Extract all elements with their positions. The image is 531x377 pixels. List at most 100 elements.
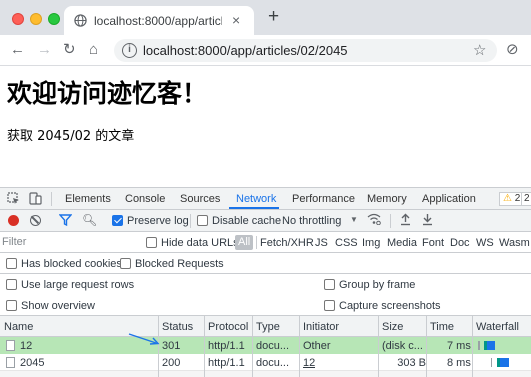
waterfall-bar	[478, 341, 480, 350]
reload-button[interactable]: ↻	[63, 40, 76, 60]
waterfall-bar	[500, 358, 509, 367]
filter-type-doc[interactable]: Doc	[450, 237, 470, 249]
tab-elements[interactable]: Elements	[65, 193, 111, 205]
column-time[interactable]: Time	[430, 321, 454, 333]
extension-icon[interactable]: ⊘	[506, 40, 519, 58]
device-toolbar-icon[interactable]	[29, 192, 42, 205]
browser-tab[interactable]: localhost:8000/app/articles/02 ×	[64, 6, 254, 35]
filter-type-font[interactable]: Font	[422, 237, 444, 249]
filter-type-wasm[interactable]: Wasm	[499, 237, 530, 249]
minimize-window-button[interactable]	[30, 13, 42, 25]
settings-row-1: Use large request rows Group by frame	[0, 274, 531, 295]
column-divider[interactable]	[378, 315, 379, 377]
group-by-frame-label: Group by frame	[339, 279, 416, 291]
search-icon[interactable]: 🔍︎	[82, 213, 97, 227]
column-status[interactable]: Status	[162, 321, 193, 333]
filter-type-css[interactable]: CSS	[335, 237, 358, 249]
preserve-log-checkbox[interactable]	[112, 215, 123, 226]
column-divider[interactable]	[158, 315, 159, 377]
tab-console[interactable]: Console	[125, 193, 165, 205]
request-initiator-link[interactable]: 12	[303, 357, 315, 369]
bookmark-star-icon[interactable]: ☆	[473, 41, 486, 59]
filter-input[interactable]	[2, 234, 136, 250]
hide-data-urls-label: Hide data URLs	[161, 237, 239, 249]
group-by-frame-checkbox[interactable]	[324, 279, 335, 290]
request-size: 303 B	[397, 357, 426, 369]
request-type: docu...	[256, 357, 290, 369]
site-info-icon[interactable]: i	[122, 43, 137, 58]
tab-network[interactable]: Network	[236, 193, 276, 205]
column-divider[interactable]	[472, 315, 473, 377]
disable-cache-label: Disable cache	[212, 215, 282, 227]
maximize-window-button[interactable]	[48, 13, 60, 25]
table-header: Name Status Protocol Type Initiator Size…	[0, 315, 531, 337]
request-protocol: http/1.1	[208, 357, 245, 369]
filter-type-fetch-xhr[interactable]: Fetch/XHR	[260, 237, 314, 249]
browser-toolbar: ← → ↻ ⌂ i localhost:8000/app/articles/02…	[0, 35, 531, 66]
divider	[256, 236, 257, 249]
warning-count: 2	[514, 193, 521, 204]
hide-data-urls-checkbox[interactable]	[146, 237, 157, 248]
url-text[interactable]: localhost:8000/app/articles/02/2045	[143, 43, 348, 58]
address-bar[interactable]: i localhost:8000/app/articles/02/2045 ☆	[114, 39, 497, 62]
forward-button[interactable]: →	[37, 40, 52, 60]
tab-application[interactable]: Application	[422, 193, 476, 205]
tab-performance[interactable]: Performance	[292, 193, 355, 205]
capture-screenshots-label: Capture screenshots	[339, 300, 441, 312]
document-icon	[6, 357, 15, 368]
clear-icon[interactable]	[30, 215, 41, 226]
column-divider[interactable]	[252, 315, 253, 377]
filter-type-img[interactable]: Img	[362, 237, 380, 249]
filter-type-ws[interactable]: WS	[476, 237, 494, 249]
annotation-arrow	[128, 333, 160, 345]
network-request-table: 12 301 http/1.1 docu... Other (disk c...…	[0, 315, 531, 377]
column-size[interactable]: Size	[382, 321, 403, 333]
inspect-element-icon[interactable]	[7, 192, 20, 205]
export-har-icon[interactable]	[422, 212, 433, 226]
request-size: (disk c...	[382, 340, 423, 352]
column-name[interactable]: Name	[4, 321, 33, 333]
column-divider[interactable]	[426, 315, 427, 377]
warnings-more-badge[interactable]: 2	[521, 192, 531, 206]
show-overview-checkbox[interactable]	[6, 300, 17, 311]
filter-type-js[interactable]: JS	[315, 237, 328, 249]
has-blocked-cookies-checkbox[interactable]	[6, 258, 17, 269]
disable-cache-checkbox[interactable]	[197, 215, 208, 226]
table-row[interactable]: 12 301 http/1.1 docu... Other (disk c...…	[0, 337, 531, 354]
filter-bar: Hide data URLs All Fetch/XHR JS CSS Img …	[0, 232, 531, 253]
throttling-select[interactable]: No throttling	[282, 215, 341, 227]
import-har-icon[interactable]	[400, 212, 411, 226]
globe-icon	[74, 14, 87, 27]
divider	[190, 214, 191, 228]
filter-type-all[interactable]: All	[235, 235, 254, 250]
warning-icon: ⚠	[503, 193, 512, 204]
devtools-tab-bar: Elements Console Sources Network Perform…	[0, 188, 531, 210]
tab-sources[interactable]: Sources	[180, 193, 220, 205]
capture-screenshots-checkbox[interactable]	[324, 300, 335, 311]
column-waterfall[interactable]: Waterfall	[476, 321, 519, 333]
column-divider[interactable]	[299, 315, 300, 377]
home-button[interactable]: ⌂	[89, 40, 98, 60]
column-protocol[interactable]: Protocol	[208, 321, 248, 333]
divider	[390, 214, 391, 228]
large-rows-checkbox[interactable]	[6, 279, 17, 290]
preserve-log-label: Preserve log	[127, 215, 189, 227]
column-initiator[interactable]: Initiator	[303, 321, 339, 333]
request-type: docu...	[256, 340, 290, 352]
back-button[interactable]: ←	[10, 40, 25, 60]
new-tab-button[interactable]: +	[268, 7, 279, 26]
table-row[interactable]: 2045 200 http/1.1 docu... 12 303 B 8 ms	[0, 354, 531, 371]
column-divider[interactable]	[204, 315, 205, 377]
filter-icon[interactable]	[59, 214, 72, 226]
show-overview-label: Show overview	[21, 300, 95, 312]
request-status: 301	[162, 340, 181, 352]
blocked-requests-checkbox[interactable]	[120, 258, 131, 269]
close-window-button[interactable]	[12, 13, 24, 25]
page-heading: 欢迎访问迹忆客！	[7, 79, 208, 108]
tab-close-icon[interactable]: ×	[232, 12, 240, 28]
network-conditions-icon[interactable]	[367, 213, 381, 225]
filter-type-media[interactable]: Media	[387, 237, 417, 249]
tab-memory[interactable]: Memory	[367, 193, 407, 205]
column-type[interactable]: Type	[256, 321, 280, 333]
record-button[interactable]	[8, 215, 19, 226]
